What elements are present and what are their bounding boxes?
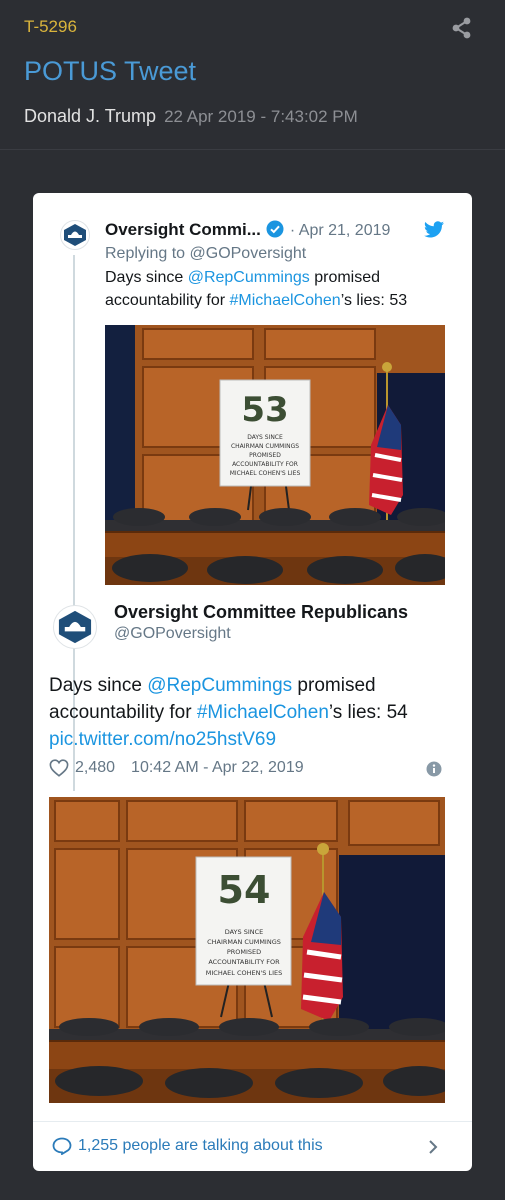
talking-count: 1,255 people are talking about this: [78, 1137, 323, 1154]
svg-text:CHAIRMAN CUMMINGS: CHAIRMAN CUMMINGS: [231, 443, 299, 450]
quoted-tweet-name[interactable]: Oversight Commi...: [105, 220, 261, 239]
avatar[interactable]: [60, 220, 90, 250]
hearing-room-photo: 53 DAYS SINCE CHAIRMAN CUMMINGS PROMISED…: [105, 325, 445, 585]
mention-link[interactable]: @RepCummings: [147, 675, 292, 696]
svg-text:MICHAEL COHEN'S LIES: MICHAEL COHEN'S LIES: [230, 470, 301, 477]
tweet-timestamp[interactable]: 10:42 AM - Apr 22, 2019: [131, 759, 304, 777]
tweet-photo[interactable]: 53 DAYS SINCE CHAIRMAN CUMMINGS PROMISED…: [105, 325, 445, 585]
reply-context: Replying to @GOPoversight: [105, 245, 307, 262]
svg-text:CHAIRMAN CUMMINGS: CHAIRMAN CUMMINGS: [207, 938, 281, 946]
tweet-text: Days since @RepCummings promised account…: [49, 675, 408, 750]
avatar[interactable]: [53, 605, 97, 649]
svg-text:PROMISED: PROMISED: [227, 948, 261, 956]
svg-text:MICHAEL COHEN'S LIES: MICHAEL COHEN'S LIES: [206, 969, 282, 977]
tweet-author-name[interactable]: Oversight Committee Republicans: [114, 602, 408, 623]
svg-text:ACCOUNTABILITY FOR: ACCOUNTABILITY FOR: [232, 461, 298, 468]
share-icon[interactable]: [451, 17, 473, 39]
pic-link[interactable]: pic.twitter.com/no25hstV69: [49, 729, 276, 750]
verified-icon: [266, 220, 284, 238]
heart-icon[interactable]: [49, 759, 69, 777]
mention-link[interactable]: @RepCummings: [188, 269, 310, 286]
tweet-meta: 2,480 10:42 AM - Apr 22, 2019: [49, 759, 304, 777]
hearing-room-photo: 54 DAYS SINCE CHAIRMAN CUMMINGS PROMISED…: [49, 797, 445, 1103]
post-header: T-5296 POTUS Tweet Donald J. Trump 22 Apr…: [0, 0, 505, 150]
hashtag-link[interactable]: #MichaelCohen: [230, 292, 341, 309]
svg-text:ACCOUNTABILITY FOR: ACCOUNTABILITY FOR: [208, 958, 280, 966]
twitter-bird-icon[interactable]: [424, 221, 444, 238]
speech-bubble-icon: [52, 1137, 72, 1155]
byline: Donald J. Trump 22 Apr 2019 - 7:43:02 PM: [24, 106, 358, 127]
tweet-footer[interactable]: 1,255 people are talking about this: [33, 1121, 472, 1171]
quoted-tweet-text: Days since @RepCummings promised account…: [105, 269, 408, 309]
capitol-logo-icon: [58, 610, 92, 644]
svg-text:DAYS SINCE: DAYS SINCE: [225, 928, 264, 936]
svg-text:DAYS SINCE: DAYS SINCE: [247, 434, 283, 441]
hashtag-link[interactable]: #MichaelCohen: [197, 702, 329, 723]
talking-link[interactable]: 1,255 people are talking about this: [52, 1137, 323, 1155]
reply-handle[interactable]: @GOPoversight: [190, 245, 307, 262]
sign-number: 54: [218, 868, 271, 912]
quoted-tweet-header: Oversight Commi... · Apr 21, 2019: [105, 220, 390, 240]
quoted-tweet-date[interactable]: · Apr 21, 2019: [290, 222, 391, 239]
like-count: 2,480: [75, 759, 116, 776]
post-datetime: 22 Apr 2019 - 7:43:02 PM: [164, 107, 358, 126]
author-name: Donald J. Trump: [24, 106, 157, 126]
tweet-author-handle[interactable]: @GOPoversight: [114, 625, 231, 643]
post-id: T-5296: [24, 17, 77, 36]
page-title: POTUS Tweet: [24, 56, 197, 86]
embedded-tweet-card: Oversight Commi... · Apr 21, 2019 Replyin…: [33, 193, 472, 1171]
sign-number: 53: [241, 390, 288, 430]
chevron-right-icon[interactable]: [428, 1139, 438, 1155]
capitol-logo-icon: [64, 224, 86, 246]
svg-text:PROMISED: PROMISED: [249, 452, 281, 459]
tweet-photo[interactable]: 54 DAYS SINCE CHAIRMAN CUMMINGS PROMISED…: [49, 797, 445, 1103]
info-icon[interactable]: [426, 761, 442, 777]
